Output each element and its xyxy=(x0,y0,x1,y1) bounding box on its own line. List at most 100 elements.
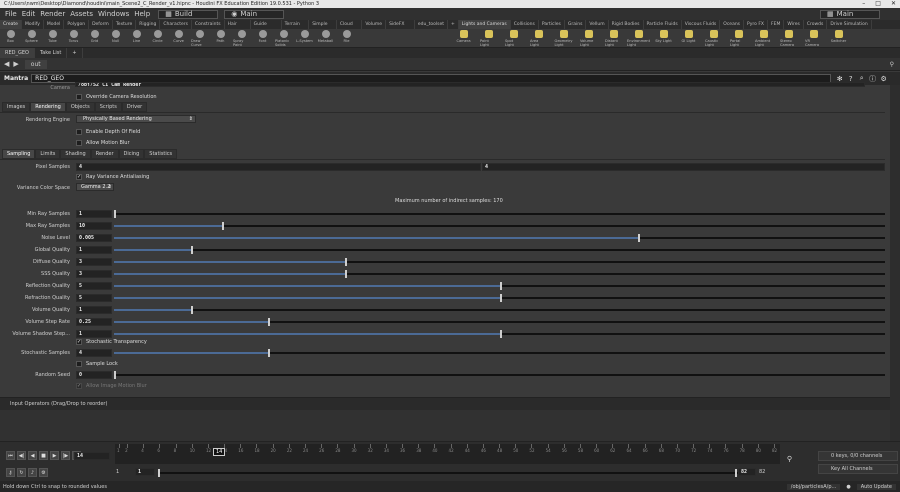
tool-ambient-light[interactable]: Ambient Light xyxy=(755,29,772,47)
shelf-tab-terrain-fx[interactable]: Terrain FX xyxy=(282,20,310,29)
tool-portal-light[interactable]: Portal Light xyxy=(730,29,747,47)
tool-gi-light[interactable]: GI Light xyxy=(680,29,697,47)
tool-null[interactable]: Null xyxy=(107,29,124,47)
random-seed-slider[interactable] xyxy=(114,371,885,379)
tab-scripts[interactable]: Scripts xyxy=(94,102,122,112)
menu-help[interactable]: Help xyxy=(134,10,150,18)
current-frame-marker[interactable]: 14 xyxy=(213,448,226,456)
tool-sphere[interactable]: Sphere xyxy=(23,29,40,47)
range-end-knob[interactable] xyxy=(735,469,737,477)
tool-switcher[interactable]: Switcher xyxy=(830,29,847,47)
shelf-tab-collisions[interactable]: Collisions xyxy=(511,20,539,29)
auto-update-button[interactable]: Auto Update xyxy=(856,483,896,490)
slider-knob[interactable] xyxy=(114,210,116,218)
tool-circle[interactable]: Circle xyxy=(149,29,166,47)
noise-level-field[interactable]: 0.005 xyxy=(76,234,112,242)
max-ray-samples-slider[interactable] xyxy=(114,222,885,230)
diffuse-quality-field[interactable]: 3 xyxy=(76,258,112,266)
menu-render[interactable]: Render xyxy=(40,10,65,18)
slider-knob[interactable] xyxy=(191,306,194,314)
shelf-tab-create[interactable]: Create xyxy=(0,20,22,29)
tool-tube[interactable]: Tube xyxy=(44,29,61,47)
shelf-tab-simple-fx[interactable]: Simple FX xyxy=(309,20,337,29)
tool-platonic-solids[interactable]: Platonic Solids xyxy=(275,29,292,47)
slider-knob[interactable] xyxy=(191,246,194,254)
tool-stereo-camera[interactable]: Stereo Camera xyxy=(780,29,797,47)
slider-knob[interactable] xyxy=(638,234,641,242)
shelf-tab-crowds[interactable]: Crowds xyxy=(804,20,828,29)
tab-dicing[interactable]: Dicing xyxy=(118,149,145,159)
global-quality-field[interactable]: 1 xyxy=(76,246,112,254)
pixel-samples-y-field[interactable]: 4 xyxy=(482,163,885,171)
shelf-tab-polygon[interactable]: Polygon xyxy=(64,20,90,29)
path-node[interactable]: out xyxy=(24,59,47,69)
shelf-tab-lights-and-cameras[interactable]: Lights and Cameras xyxy=(458,20,511,29)
play-icon[interactable]: ▶ xyxy=(50,451,59,460)
add-shelf-icon[interactable]: + xyxy=(448,20,459,29)
tab-images[interactable]: Images xyxy=(2,102,31,112)
shelf-tab-particle-fluids[interactable]: Particle Fluids xyxy=(644,20,682,29)
shelf-tab-wires[interactable]: Wires xyxy=(784,20,804,29)
tool-spot-light[interactable]: Spot Light xyxy=(505,29,522,47)
tab-driver[interactable]: Driver xyxy=(121,102,148,112)
variance-color-space-select[interactable]: Gamma 2.2 ⇕ xyxy=(76,183,114,191)
info-icon[interactable]: ⓘ xyxy=(868,74,877,83)
shelf-tab-modify[interactable]: Modify xyxy=(22,20,44,29)
volume-shadow-step-slider[interactable] xyxy=(114,330,885,338)
maximize-icon[interactable]: □ xyxy=(875,0,881,7)
max-ray-samples-field[interactable]: 10 xyxy=(76,222,112,230)
jump-start-icon[interactable]: ⏮ xyxy=(6,451,15,460)
step-forward-icon[interactable]: |▶ xyxy=(61,451,70,460)
shelf-tab-rigging[interactable]: Rigging xyxy=(136,20,161,29)
slider-knob[interactable] xyxy=(268,318,271,326)
shelf-tab-rigid-bodies[interactable]: Rigid Bodies xyxy=(609,20,644,29)
sss-quality-slider[interactable] xyxy=(114,270,885,278)
tool-l-system[interactable]: L-System xyxy=(296,29,313,47)
menu-windows[interactable]: Windows xyxy=(98,10,129,18)
tool-file[interactable]: File xyxy=(338,29,355,47)
stochastic-transparency-checkbox[interactable]: ✓ xyxy=(76,339,82,345)
sss-quality-field[interactable]: 3 xyxy=(76,270,112,278)
tool-sky-light[interactable]: Sky Light xyxy=(655,29,672,47)
tool-path[interactable]: Path xyxy=(212,29,229,47)
rendering-engine-select[interactable]: Physically Based Rendering ⇕ xyxy=(76,115,196,123)
tool-box[interactable]: Box xyxy=(2,29,19,47)
reflection-quality-slider[interactable] xyxy=(114,282,885,290)
slider-knob[interactable] xyxy=(268,349,271,357)
range-slider[interactable] xyxy=(158,469,738,477)
tool-caustic-light[interactable]: Caustic Light xyxy=(705,29,722,47)
tab-rendering[interactable]: Rendering xyxy=(30,102,66,112)
sample-lock-checkbox[interactable] xyxy=(76,361,82,367)
main-desktop-select[interactable]: ◉ Main xyxy=(224,9,285,19)
refraction-quality-slider[interactable] xyxy=(114,294,885,302)
back-icon[interactable]: ◀ xyxy=(4,60,9,68)
image-motion-blur-checkbox[interactable]: ✓ xyxy=(76,383,82,389)
shelf-tab-viscous-fluids[interactable]: Viscous Fluids xyxy=(682,20,721,29)
right-desktop-select[interactable]: ▦ Main xyxy=(820,9,880,19)
slider-knob[interactable] xyxy=(114,371,116,379)
shelf-tab-particles[interactable]: Particles xyxy=(539,20,565,29)
current-frame-field[interactable]: 14 xyxy=(74,452,110,460)
range-end-field[interactable]: 82 xyxy=(738,468,756,476)
shelf-tab-model[interactable]: Model xyxy=(44,20,65,29)
shelf-tab-grains[interactable]: Grains xyxy=(565,20,587,29)
refraction-quality-field[interactable]: 5 xyxy=(76,294,112,302)
tool-distant-light[interactable]: Distant Light xyxy=(605,29,622,47)
tool-area-light[interactable]: Area Light xyxy=(530,29,547,47)
build-desktop-select[interactable]: ▦ Build xyxy=(158,9,219,19)
volume-shadow-step-field[interactable]: 1 xyxy=(76,330,112,338)
tool-metaball[interactable]: Metaball xyxy=(317,29,334,47)
pane-tab-red-geo[interactable]: RED_GEO xyxy=(0,48,35,58)
random-seed-field[interactable]: 0 xyxy=(76,371,112,379)
tool-torus[interactable]: Torus xyxy=(65,29,82,47)
tab-objects[interactable]: Objects xyxy=(65,102,95,112)
tab-shading[interactable]: Shading xyxy=(60,149,91,159)
slider-knob[interactable] xyxy=(499,294,502,302)
gear-settings-icon[interactable]: ⚙ xyxy=(879,74,888,83)
volume-quality-field[interactable]: 1 xyxy=(76,306,112,314)
pane-tab-add[interactable]: + xyxy=(67,48,83,58)
parameter-scrollbar[interactable] xyxy=(890,85,900,441)
diffuse-quality-slider[interactable] xyxy=(114,258,885,266)
shelf-tab-guide-pro[interactable]: Guide Pro... xyxy=(251,20,282,29)
menu-edit[interactable]: Edit xyxy=(22,10,36,18)
